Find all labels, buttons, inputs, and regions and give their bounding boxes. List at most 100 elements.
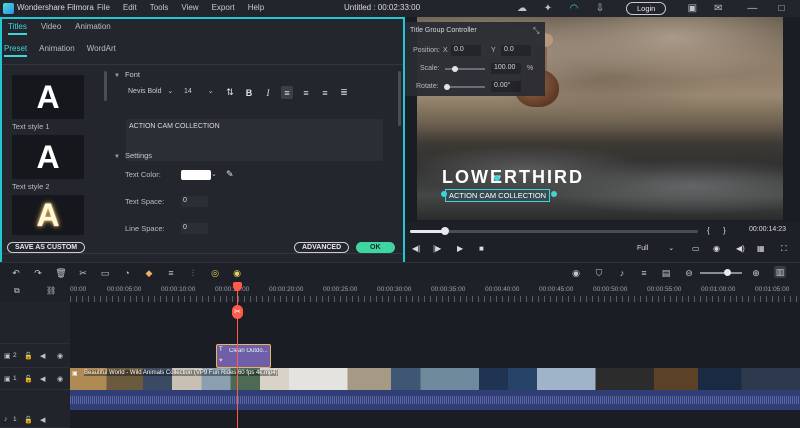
font-size-select[interactable]: 14 ⌄ xyxy=(184,87,218,99)
crop-icon[interactable]: ▭ xyxy=(99,267,111,279)
text-space-input[interactable]: 0 xyxy=(181,196,208,207)
scale-input[interactable]: 100.00 xyxy=(491,63,521,74)
marker-icon[interactable]: ⛉ xyxy=(593,267,605,279)
eyedropper-icon[interactable]: ✎ xyxy=(226,169,234,180)
rotate-input[interactable]: 0.00° xyxy=(491,81,521,92)
visibility-eye-icon[interactable]: ◉ xyxy=(57,375,63,383)
quality-select[interactable]: Full ⌄ xyxy=(637,244,674,252)
speed-icon[interactable]: ◔ xyxy=(121,267,133,279)
preset-scrollbar[interactable] xyxy=(104,71,107,101)
scrubber-handle[interactable] xyxy=(440,227,449,235)
gift-icon[interactable]: ▣ xyxy=(686,3,698,15)
mark-in-button[interactable]: { xyxy=(707,226,710,235)
menu-export[interactable]: Export xyxy=(212,3,235,12)
scale-slider-handle[interactable] xyxy=(452,66,458,72)
title-clip[interactable]: T Clean Outdo... ♥ xyxy=(216,344,271,368)
ok-button[interactable]: OK xyxy=(356,242,395,253)
advanced-button[interactable]: ADVANCED xyxy=(294,242,350,253)
undo-icon[interactable]: ↶ xyxy=(10,267,22,279)
microphone-icon[interactable]: ♪ xyxy=(616,267,628,279)
play-icon[interactable]: ▶ xyxy=(457,244,463,253)
menu-view[interactable]: View xyxy=(181,3,198,12)
align-right-icon[interactable]: ≡ xyxy=(319,86,331,99)
scale-slider[interactable] xyxy=(445,68,485,70)
download-icon[interactable]: ⇩ xyxy=(594,3,606,15)
timeline-ruler[interactable]: ⧉ ⛓ 00:00 00:00:05:00 00:00:10:00 00:00:… xyxy=(0,282,800,302)
volume-icon[interactable]: ◀) xyxy=(736,244,745,253)
rotate-slider[interactable] xyxy=(445,86,485,88)
menu-tools[interactable]: Tools xyxy=(150,3,169,12)
motion-tracking-icon[interactable]: ◎ xyxy=(209,267,221,279)
snapshot-icon[interactable]: ◉ xyxy=(713,244,720,253)
cloud-icon[interactable]: ☁ xyxy=(516,3,528,15)
resize-handle[interactable] xyxy=(441,191,447,197)
font-family-select[interactable]: Nevis Bold ⌄ xyxy=(124,87,184,99)
subtab-animation[interactable]: Animation xyxy=(39,44,75,57)
menu-help[interactable]: Help xyxy=(248,3,264,12)
font-section-header[interactable]: ▼ Font xyxy=(114,70,140,79)
preview-scrubber[interactable] xyxy=(410,230,698,233)
headphones-icon[interactable]: ◠ xyxy=(568,3,580,15)
fullscreen-icon[interactable]: ⛶ xyxy=(781,244,787,254)
maximize-icon[interactable]: □ xyxy=(775,3,787,15)
grid-icon[interactable]: ▦ xyxy=(757,244,765,253)
lower-third-title[interactable]: LOWERTHIRD xyxy=(442,167,584,188)
visibility-eye-icon[interactable]: ◉ xyxy=(57,352,63,360)
delete-icon[interactable]: 🗑 xyxy=(55,267,67,279)
align-left-icon[interactable]: ≡ xyxy=(281,86,293,99)
lightbulb-icon[interactable]: ✦ xyxy=(542,3,554,15)
stabilize-icon[interactable]: ◉ xyxy=(231,267,243,279)
mute-icon[interactable]: ◀ xyxy=(40,416,45,424)
redo-icon[interactable]: ↷ xyxy=(32,267,44,279)
resize-handle[interactable] xyxy=(551,191,557,197)
lock-icon[interactable]: 🔓 xyxy=(24,416,33,424)
lock-icon[interactable]: 🔓 xyxy=(24,352,33,360)
settings-section-header[interactable]: ▼ Settings xyxy=(114,151,152,160)
audio-mixer-icon[interactable]: ⫶ xyxy=(187,267,199,279)
stop-icon[interactable]: ■ xyxy=(479,244,484,253)
render-icon[interactable]: ◉ xyxy=(570,267,582,279)
preset-thumbnail-2[interactable]: A xyxy=(12,135,84,179)
position-y-input[interactable]: 0.0 xyxy=(501,45,531,56)
italic-icon[interactable]: I xyxy=(262,86,274,99)
add-track-icon[interactable]: ⧉ xyxy=(14,286,20,296)
position-x-input[interactable]: 0.0 xyxy=(451,45,481,56)
timeline-zoom-slider[interactable] xyxy=(700,272,742,274)
zoom-out-icon[interactable]: ⊖ xyxy=(683,267,695,279)
adjust-icon[interactable]: ≡ xyxy=(165,267,177,279)
video-clip[interactable]: ▣ Beautiful World - Wild Animals Collect… xyxy=(70,368,800,390)
notification-icon[interactable]: ✉ xyxy=(712,3,724,15)
previous-frame-icon[interactable]: ◀| xyxy=(412,244,420,253)
tab-titles[interactable]: Titles xyxy=(8,22,27,35)
subtitle-icon[interactable]: ▤ xyxy=(660,267,672,279)
bold-icon[interactable]: B xyxy=(243,86,255,99)
preset-thumbnail-3[interactable]: A xyxy=(12,195,84,235)
rotate-handle[interactable] xyxy=(494,175,500,181)
preset-thumbnail-1[interactable]: A xyxy=(12,75,84,119)
mark-out-button[interactable]: } xyxy=(723,226,726,235)
cut-icon[interactable]: ✂ xyxy=(77,267,89,279)
align-center-icon[interactable]: ≡ xyxy=(300,86,312,99)
zoom-in-icon[interactable]: ⊕ xyxy=(750,267,762,279)
lower-third-subtitle[interactable]: ACTION CAM COLLECTION xyxy=(445,189,551,202)
subtab-wordart[interactable]: WordArt xyxy=(87,44,116,57)
line-space-input[interactable]: 0 xyxy=(181,223,208,234)
lock-icon[interactable]: 🔓 xyxy=(24,375,33,383)
rotate-slider-handle[interactable] xyxy=(444,84,450,90)
settings-scrollbar[interactable] xyxy=(398,71,401,126)
keyframe-icon[interactable]: ◆ xyxy=(143,267,155,279)
text-color-swatch[interactable] xyxy=(181,170,211,180)
line-spacing-icon[interactable]: ⇅ xyxy=(224,86,236,99)
title-text-input[interactable]: ACTION CAM COLLECTION xyxy=(126,119,383,161)
playhead[interactable] xyxy=(237,282,238,428)
save-as-custom-button[interactable]: SAVE AS CUSTOM xyxy=(7,242,86,253)
voiceover-icon[interactable]: ≡ xyxy=(638,267,650,279)
play-back-icon[interactable]: |▶ xyxy=(433,244,441,253)
link-icon[interactable]: ⛓ xyxy=(46,286,56,295)
subtab-preset[interactable]: Preset xyxy=(4,44,28,57)
tab-animation[interactable]: Animation xyxy=(75,22,111,35)
fit-timeline-icon[interactable]: ▥ xyxy=(774,266,786,278)
menu-edit[interactable]: Edit xyxy=(123,3,137,12)
align-justify-icon[interactable]: ≣ xyxy=(338,86,350,99)
mute-icon[interactable]: ◀ xyxy=(40,375,45,383)
